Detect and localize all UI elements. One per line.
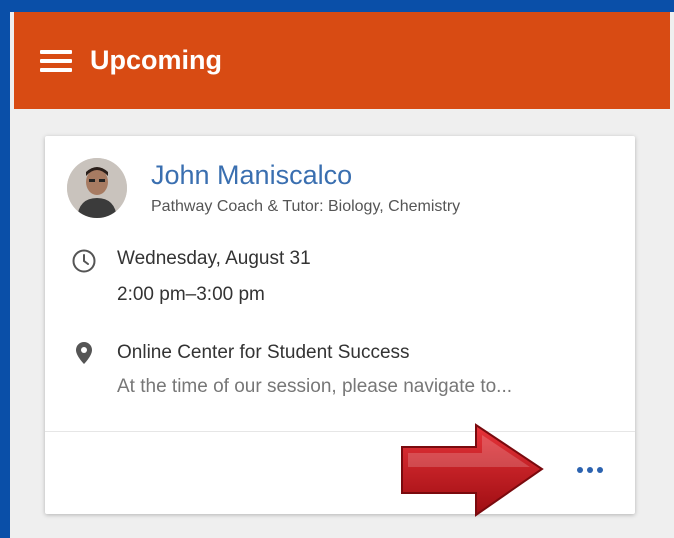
coach-name-link[interactable]: John Maniscalco: [151, 160, 352, 191]
appointment-time: 2:00 pm–3:00 pm: [117, 284, 265, 305]
header-bar: Upcoming: [14, 12, 670, 109]
appointment-card: John Maniscalco Pathway Coach & Tutor: B…: [45, 136, 635, 514]
menu-icon[interactable]: [40, 49, 72, 72]
appointment-note: At the time of our session, please navig…: [117, 376, 513, 397]
more-options-icon[interactable]: [570, 458, 610, 482]
clock-icon: [72, 249, 96, 273]
coach-role: Pathway Coach & Tutor: Biology, Chemistr…: [151, 198, 461, 215]
red-arrow-annotation: [401, 423, 544, 517]
avatar: [67, 158, 127, 218]
location-pin-icon: [76, 342, 92, 364]
page-title: Upcoming: [90, 45, 222, 75]
card-divider: [45, 431, 635, 432]
appointment-date: Wednesday, August 31: [117, 248, 311, 269]
appointment-location: Online Center for Student Success: [117, 342, 410, 363]
